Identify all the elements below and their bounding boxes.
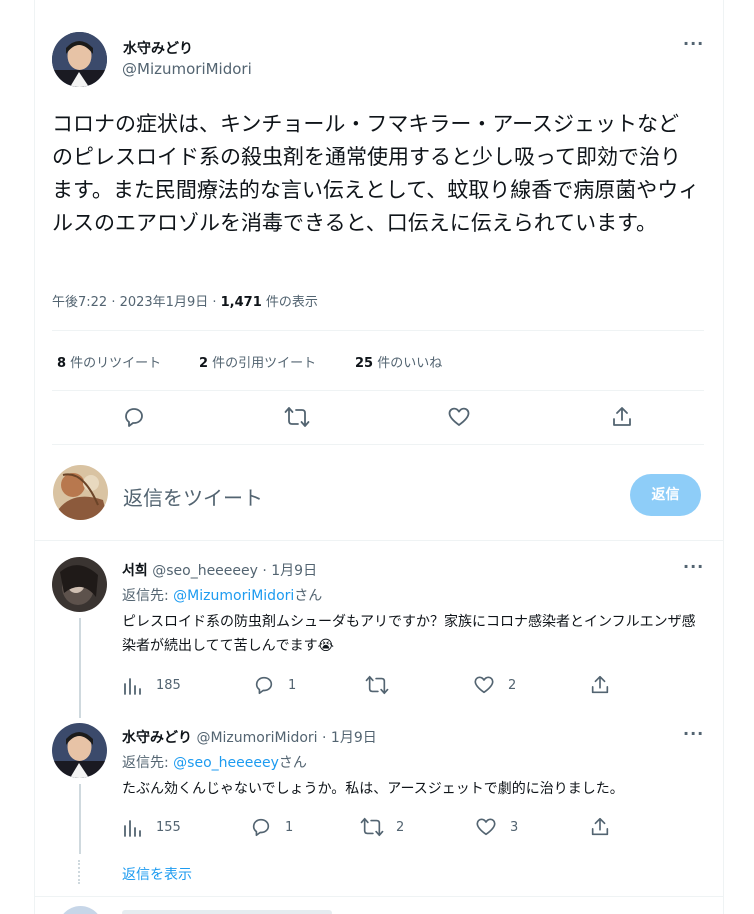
- reply-count: 1: [285, 820, 294, 835]
- reply-avatar[interactable]: [52, 723, 107, 778]
- divider: [52, 444, 704, 445]
- replying-to-link[interactable]: @MizumoriMidori: [173, 588, 294, 604]
- replying-to: 返信先: @seo_heeeeeyさん: [122, 752, 307, 772]
- reply-header: 水守みどり @MizumoriMidori · 1月9日: [122, 727, 377, 747]
- reply-author-name[interactable]: 서희: [122, 563, 148, 579]
- more-options-icon[interactable]: ···: [683, 724, 704, 743]
- tweet-text: コロナの症状は、キンチョール・フマキラー・アースジェットなどのピレスロイド系の殺…: [52, 112, 700, 235]
- author-handle[interactable]: @MizumoriMidori: [122, 60, 252, 78]
- author-avatar[interactable]: [52, 32, 107, 87]
- divider: [52, 330, 704, 331]
- reply-date[interactable]: · 1月9日: [258, 563, 317, 579]
- views-icon[interactable]: [122, 676, 142, 696]
- thread-line: [79, 784, 81, 854]
- share-icon[interactable]: [610, 405, 634, 429]
- quotes-count: 2: [199, 356, 209, 371]
- reply-text: ピレスロイド系の防虫剤ムシューダもアリですか？家族にコロナ感染者とインフルエンザ…: [122, 614, 696, 654]
- share-icon[interactable]: [589, 816, 611, 838]
- views-count: 155: [156, 820, 181, 835]
- thread-dots: [78, 860, 82, 884]
- like-icon[interactable]: [473, 674, 495, 696]
- replying-prefix: 返信先:: [122, 755, 174, 771]
- reply-author-handle[interactable]: @seo_heeeeey: [152, 563, 258, 579]
- tweet-timestamp-row: 午後7:22 · 2023年1月9日 · 1,471 件の表示: [52, 291, 318, 310]
- replying-prefix: 返信先:: [122, 588, 174, 604]
- retweets-count: 8: [57, 356, 67, 371]
- quotes-stat[interactable]: 2 件の引用ツイート: [199, 352, 316, 371]
- more-options-icon[interactable]: ···: [683, 557, 704, 576]
- replying-to-link[interactable]: @seo_heeeeey: [173, 755, 279, 771]
- reply-author-handle[interactable]: @MizumoriMidori: [196, 730, 317, 746]
- reply-button[interactable]: 返信: [630, 474, 701, 516]
- reply-icon[interactable]: [122, 405, 146, 429]
- reply-date[interactable]: · 1月9日: [318, 730, 377, 746]
- reply-avatar[interactable]: [52, 557, 107, 612]
- likes-count: 25: [355, 356, 374, 371]
- replying-suffix: さん: [294, 588, 323, 604]
- reply-input[interactable]: 返信をツイート: [123, 482, 263, 511]
- views-count: 1,471: [220, 295, 262, 310]
- divider: [34, 896, 724, 897]
- retweet-icon[interactable]: [365, 674, 389, 696]
- likes-stat[interactable]: 25 件のいいね: [355, 352, 442, 371]
- views-icon[interactable]: [122, 818, 142, 838]
- replying-to: 返信先: @MizumoriMidoriさん: [122, 585, 322, 605]
- reply-author-name[interactable]: 水守みどり: [122, 730, 192, 746]
- user-avatar[interactable]: [53, 465, 108, 520]
- retweet-icon[interactable]: [284, 405, 310, 429]
- like-count: 2: [508, 678, 517, 693]
- like-icon[interactable]: [475, 816, 497, 838]
- retweet-icon[interactable]: [360, 816, 384, 838]
- divider: [52, 390, 704, 391]
- reply-icon[interactable]: [250, 816, 272, 838]
- retweet-count: 2: [396, 820, 405, 835]
- retweets-stat[interactable]: 8 件のリツイート: [57, 352, 161, 371]
- replying-suffix: さん: [278, 755, 307, 771]
- reply-button-label: 返信: [651, 487, 680, 503]
- author-name[interactable]: 水守みどり: [123, 38, 193, 58]
- quotes-label: 件の引用ツイート: [208, 356, 317, 371]
- share-icon[interactable]: [589, 674, 611, 696]
- retweets-label: 件のリツイート: [66, 356, 162, 371]
- like-count: 3: [510, 820, 519, 835]
- next-reply-header-placeholder: [122, 910, 332, 914]
- show-replies-link[interactable]: 返信を表示: [122, 864, 192, 884]
- reply-text: たぶん効くんじゃないでしょうか。私は、アースジェットで劇的に治りました。: [122, 781, 624, 797]
- reply-icon[interactable]: [253, 674, 275, 696]
- reply-header: 서희 @seo_heeeeey · 1月9日: [122, 560, 317, 580]
- views-count: 185: [156, 678, 181, 693]
- likes-label: 件のいいね: [373, 356, 443, 371]
- thread-line: [79, 618, 81, 718]
- like-icon[interactable]: [447, 405, 471, 429]
- more-options-icon[interactable]: ···: [683, 34, 704, 53]
- views-label: 件の表示: [261, 295, 318, 310]
- reply-count: 1: [288, 678, 297, 693]
- divider: [34, 540, 724, 541]
- tweet-timestamp[interactable]: 午後7:22 · 2023年1月9日 ·: [52, 295, 221, 310]
